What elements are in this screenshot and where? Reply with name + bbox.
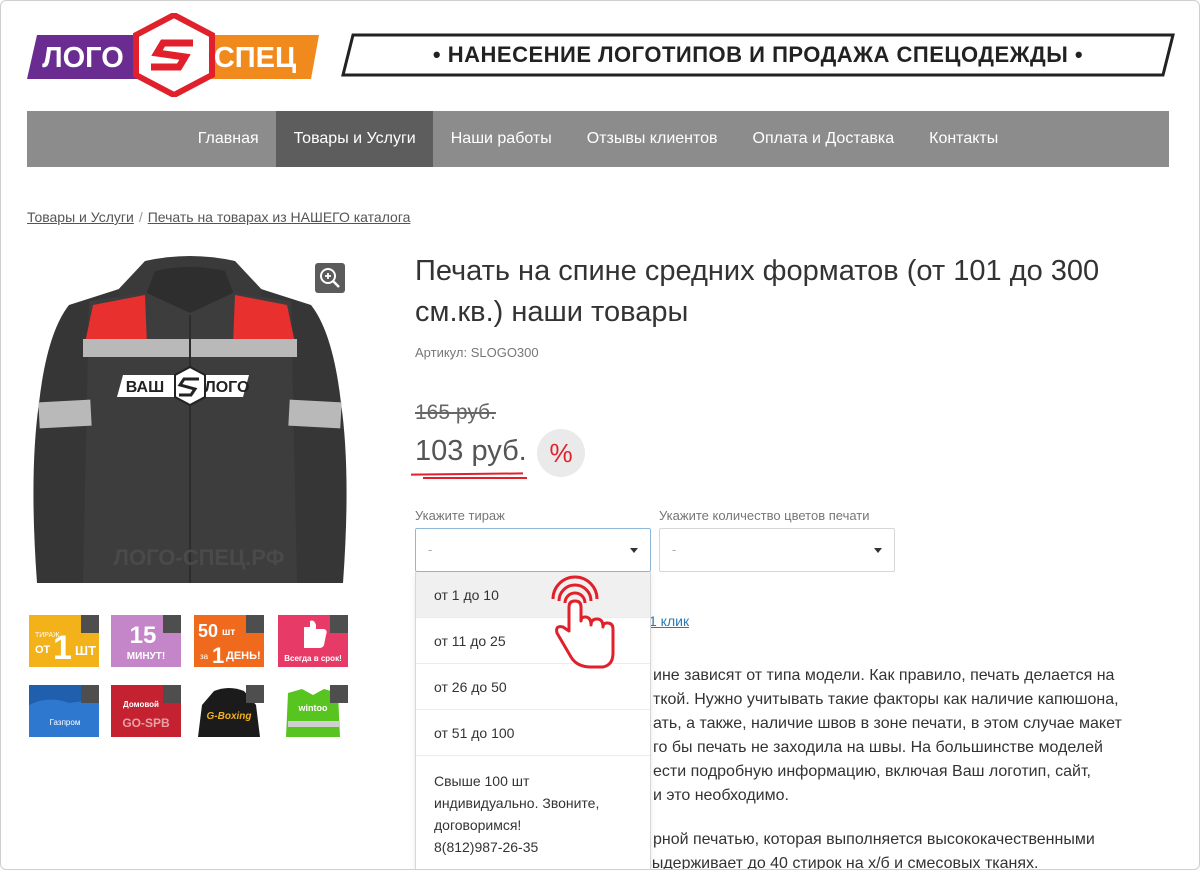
tagline-text: • НАНЕСЕНИЕ ЛОГОТИПОВ И ПРОДАЖА СПЕЦОДЕЖ… [432,42,1084,67]
nav-item-home[interactable]: Главная [180,111,276,167]
breadcrumb: Товары и Услуги / Печать на товарах из НАШ… [27,209,410,225]
thumbnail-gazprom-jacket[interactable]: Газпром [29,685,99,737]
thumbnail-50-per-day[interactable]: 50 шт за 1 ДЕНЬ! [194,615,264,667]
new-price: 103 руб. [415,435,527,467]
thumb2-number: 15 [130,622,157,649]
run-select[interactable]: - [415,528,651,572]
product-title-line1: Печать на спине средних форматов (от 101… [415,255,1100,287]
thumb2-caption: МИНУТ! [127,651,165,662]
old-price: 165 руб. [415,401,496,424]
watermark-text: ЛОГО-СПЕЦ.РФ [114,545,285,570]
colors-select-label: Укажите количество цветов печати [659,508,870,523]
product-sku: Артикул: SLOGO300 [415,345,539,360]
thumbnail-domovoy-jacket[interactable]: Домовой GO-SPB [111,685,181,737]
thumbnail-15-minutes[interactable]: 15 МИНУТ! [111,615,181,667]
logo-text-left: ЛОГО [42,42,124,74]
thumb-zoom-icon [246,615,264,633]
thumbnail-wintoo-vest[interactable]: wintoo [278,685,348,737]
thumb-zoom-icon [163,615,181,633]
thumbnail-always-on-time[interactable]: Всегда в срок! [278,615,348,667]
run-option-over-100[interactable]: Свыше 100 шт индивидуально. Звоните, дог… [416,756,650,869]
description-line: ести подробную информацию, включая Ваш л… [653,763,1091,780]
buy-one-click-link[interactable]: 1 клик [649,613,689,629]
thumb6-text: Домовой [123,700,159,709]
breadcrumb-link-products[interactable]: Товары и Услуги [27,209,134,225]
product-title: Печать на спине средних форматов (от 101… [415,251,1155,333]
description-para2-line: рной печатью, которая выполняется высоко… [653,831,1095,848]
run-select-label: Укажите тираж [415,508,505,523]
thumb-zoom-icon [81,685,99,703]
run-option-over-100-line: договоримся! [434,817,522,833]
thumb6-watermark: GO-SPB [122,716,170,730]
nav-item-products[interactable]: Товары и Услуги [276,111,434,167]
thumb1-unit: ШТ [75,643,96,658]
page-frame: ЛОГО СПЕЦ • НАНЕСЕНИЕ ЛОГОТИПОВ И ПРОДАЖ… [0,0,1200,870]
thumbnail-gboxing-hoodie[interactable]: G-Boxing [194,685,264,737]
description-line: ине зависят от типа модели. Как правило,… [653,667,1115,684]
nav-item-works[interactable]: Наши работы [433,111,569,167]
main-nav: Главная Товары и Услуги Наши работы Отзы… [27,111,1169,167]
price-underline-mark [423,477,527,479]
breadcrumb-separator: / [138,209,143,225]
run-option-over-100-phone: 8(812)987-26-35 [434,839,539,855]
run-option-over-100-line: Свыше 100 шт [434,773,530,789]
site-logo[interactable]: ЛОГО СПЕЦ [27,13,319,97]
run-option-over-100-line: индивидуально. Звоните, [434,795,600,811]
thumb7-text: G-Boxing [207,711,252,722]
thumb5-text: Газпром [50,718,81,727]
thumb-zoom-icon [246,685,264,703]
thumb-zoom-icon [330,615,348,633]
jacket-logo-right: ЛОГО [205,379,250,396]
tagline-banner: • НАНЕСЕНИЕ ЛОГОТИПОВ И ПРОДАЖА СПЕЦОДЕЖ… [341,33,1175,77]
product-title-line2: см.кв.) наши товары [415,296,689,328]
nav-item-reviews[interactable]: Отзывы клиентов [569,111,735,167]
breadcrumb-link-catalog[interactable]: Печать на товарах из НАШЕГО каталога [148,209,411,225]
magnifier-icon [320,268,340,288]
colors-select-value: - [672,542,677,557]
description-line: го бы печать не заходила на швы. На боль… [653,739,1103,756]
zoom-button[interactable] [315,263,345,293]
thumb8-text: wintoo [298,703,328,713]
description-line: и это необходимо. [653,787,789,804]
price-underline-mark [410,472,524,476]
product-main-image[interactable]: ВАШ ЛОГО ЛОГО-СПЕЦ.РФ [27,253,353,603]
nav-item-contacts[interactable]: Контакты [912,111,1016,167]
thumb1-prefix: ОТ [35,644,51,656]
logo-text-right: СПЕЦ [214,42,296,74]
thumb3-number: 50 [198,621,218,641]
thumbnail-run-from-1[interactable]: ТИРАЖ ОТ 1 ШТ [29,615,99,667]
thumbs-up-icon [304,620,327,648]
description-line: ать, а также, наличие швов в зоне печати… [653,715,1122,732]
tap-hand-icon [551,575,615,669]
thumb3-prefix: за [200,652,209,661]
thumb-zoom-icon [81,615,99,633]
discount-badge: % [537,429,585,477]
thumb-zoom-icon [330,685,348,703]
run-option-51-100[interactable]: от 51 до 100 [416,710,650,756]
thumb3-day-number: 1 [212,643,224,667]
colors-select[interactable]: - [659,528,895,572]
description-line: ткой. Нужно учитывать такие факторы как … [653,691,1119,708]
thumb-zoom-icon [163,685,181,703]
chevron-down-icon [630,548,638,553]
thumb4-caption: Всегда в срок! [284,654,341,663]
thumb1-number: 1 [53,629,72,667]
nav-item-payment[interactable]: Оплата и Доставка [735,111,912,167]
thumb3-day-label: ДЕНЬ! [226,650,261,662]
chevron-down-icon [874,548,882,553]
jacket-logo-left: ВАШ [126,379,164,396]
run-select-value: - [428,542,433,557]
thumb3-unit: шт [222,627,235,638]
